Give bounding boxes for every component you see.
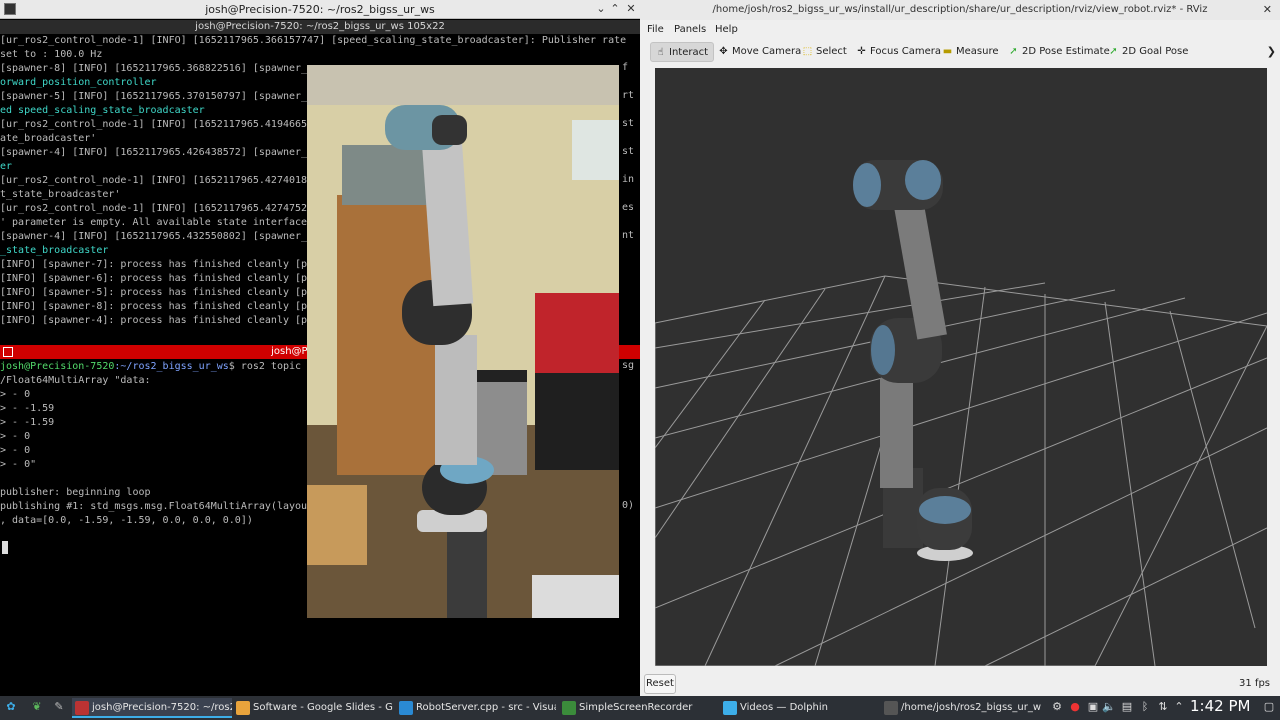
tool-2d-pose-estimate-button[interactable]: ➚ 2D Pose Estimate [1004, 42, 1115, 62]
tool-move-camera-button[interactable]: ✥ Move Camera [714, 42, 806, 62]
taskbar-task[interactable]: /home/josh/ros2_bigss_ur_ws/i... [881, 698, 1041, 718]
taskbar-task[interactable]: Videos — Dolphin [720, 698, 880, 718]
settings-icon[interactable]: ⚙ [1050, 700, 1064, 714]
terminal-fragment: f [622, 62, 629, 73]
taskbar-task-label: SimpleScreenRecorder [579, 702, 693, 713]
rviz-footer: Reset 31 fps [640, 670, 1280, 696]
tool-select-button[interactable]: ⬚ Select [798, 42, 852, 62]
show-desktop-icon[interactable]: ▢ [1262, 700, 1276, 714]
menu-help[interactable]: Help [715, 24, 738, 35]
goal-pose-icon: ➚ [1109, 46, 1118, 57]
taskbar-task-label: Videos — Dolphin [740, 702, 828, 713]
tool-label: 2D Pose Estimate [1022, 46, 1110, 57]
menu-file[interactable]: File [647, 24, 664, 35]
select-icon: ⬚ [802, 46, 813, 57]
display-icon[interactable]: ▣ [1086, 700, 1100, 714]
prompt-path: :~/ros2_bigss_ur_ws [114, 361, 229, 372]
focus-icon: ✛ [857, 46, 866, 57]
terminal-icon [3, 347, 13, 357]
reset-button[interactable]: Reset [644, 674, 676, 694]
tool-label: Interact [669, 47, 709, 58]
terminal-icon [75, 701, 89, 715]
rviz-grid-and-robot [655, 160, 1267, 666]
pose-estimate-icon: ➚ [1009, 46, 1018, 57]
tool-label: Focus Camera [870, 46, 941, 57]
hand-icon: ☝ [657, 47, 664, 58]
robot-photo-image [307, 65, 619, 618]
tool-2d-goal-pose-button[interactable]: ➚ 2D Goal Pose [1104, 42, 1193, 62]
tool-label: Measure [956, 46, 999, 57]
maximize-icon[interactable]: ⌃ [608, 2, 622, 16]
rviz-menubar: File Panels Help [640, 20, 1280, 40]
prompt-command: $ ros2 topic [228, 361, 302, 372]
bluetooth-icon[interactable]: ᛒ [1138, 700, 1152, 714]
rviz-window[interactable]: /home/josh/ros2_bigss_ur_ws/install/ur_d… [640, 0, 1280, 696]
tool-label: Move Camera [732, 46, 802, 57]
fps-readout: 31 fps [1239, 678, 1270, 689]
terminal-fragment: st [622, 146, 635, 157]
close-icon[interactable]: ✕ [1263, 3, 1272, 16]
close-icon[interactable]: ✕ [624, 2, 638, 16]
terminal-fragment: st [622, 118, 635, 129]
tool-focus-camera-button[interactable]: ✛ Focus Camera [852, 42, 946, 62]
terminal-fragment: nt [622, 230, 635, 241]
terminal-line: set to : 100.0 Hz [0, 49, 103, 60]
taskbar-task[interactable]: RobotServer.cpp - src - Visual St... [396, 698, 556, 718]
move-icon: ✥ [719, 46, 728, 57]
terminal-line: [ur_ros2_control_node-1] [INFO] [1652117… [0, 35, 627, 46]
terminal-cursor [2, 541, 8, 554]
folder-icon [723, 701, 737, 715]
tool-measure-button[interactable]: ▬ Measure [938, 42, 1004, 62]
rviz-icon [884, 701, 898, 715]
taskbar-task-label: josh@Precision-7520: ~/ros2_bi... [92, 702, 232, 713]
clipboard-icon[interactable]: ▤ [1120, 700, 1134, 714]
chrome-icon [236, 701, 250, 715]
taskbar-task[interactable]: Software - Google Slides - Goog... [233, 698, 393, 718]
taskbar-task[interactable]: SimpleScreenRecorder [559, 698, 719, 718]
vscode-icon [399, 701, 413, 715]
taskbar: ✿ ❦ ✎ josh@Precision-7520: ~/ros2_bi... S… [0, 696, 1280, 720]
terminal-titlebar[interactable]: josh@Precision-7520: ~/ros2_bigss_ur_ws … [0, 0, 640, 19]
terminal-pane-title: josh@Precision-7520: ~/ros2_bigss_ur_ws … [0, 20, 640, 34]
ruler-icon: ▬ [942, 46, 953, 57]
rviz-3d-view[interactable] [655, 68, 1267, 666]
menu-panels[interactable]: Panels [674, 24, 706, 35]
terminal-fragment: in [622, 174, 635, 185]
chevron-right-icon[interactable]: ❯ [1267, 45, 1276, 58]
terminal-fragment: rt [622, 90, 635, 101]
taskbar-task-label: /home/josh/ros2_bigss_ur_ws/i... [901, 702, 1041, 713]
pin-icon[interactable]: ✎ [52, 700, 66, 714]
chevron-down-icon[interactable]: ⌄ [594, 2, 608, 16]
terminal-fragment: es [622, 202, 635, 213]
app-launcher-icon[interactable]: ✿ [4, 700, 18, 714]
robot-camera-photo [307, 65, 619, 618]
record-icon[interactable]: ● [1068, 700, 1082, 714]
terminal-title: josh@Precision-7520: ~/ros2_bigss_ur_ws [205, 3, 435, 16]
plant-icon[interactable]: ❦ [30, 700, 44, 714]
network-icon[interactable]: ⇅ [1156, 700, 1170, 714]
rviz-toolbar: ☝ Interact ✥ Move Camera ⬚ Select ✛ Focus Ca… [640, 40, 1280, 64]
rviz-title: /home/josh/ros2_bigss_ur_ws/install/ur_d… [640, 0, 1280, 20]
tool-label: 2D Goal Pose [1122, 46, 1189, 57]
tray-expand-icon[interactable]: ⌃ [1172, 700, 1186, 714]
recorder-icon [562, 701, 576, 715]
taskbar-task-label: Software - Google Slides - Goog... [253, 702, 393, 713]
taskbar-task[interactable]: josh@Precision-7520: ~/ros2_bi... [72, 698, 232, 718]
prompt-user: josh@Precision-7520 [0, 361, 115, 372]
clock[interactable]: 1:42 PM [1190, 697, 1250, 715]
volume-icon[interactable]: 🔈 [1102, 700, 1116, 714]
taskbar-task-label: RobotServer.cpp - src - Visual St... [416, 702, 556, 713]
tool-label: Select [816, 46, 847, 57]
tool-interact-button[interactable]: ☝ Interact [650, 42, 715, 62]
